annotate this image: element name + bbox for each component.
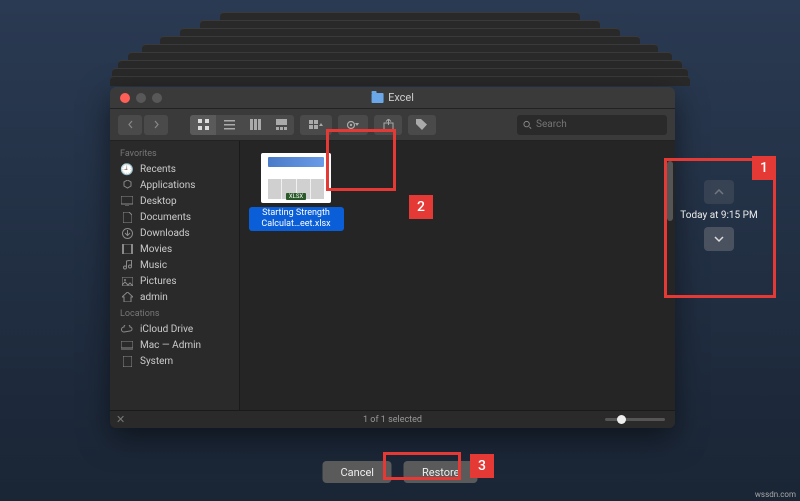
timeline-label: Today at 9:15 PM [680, 210, 757, 221]
file-label: Starting Strength Calculat…eet.xlsx [249, 207, 344, 231]
finder-window: Excel [110, 87, 675, 428]
share-button[interactable] [374, 115, 402, 135]
file-item[interactable]: XLSX Starting Strength Calculat…eet.xlsx [252, 153, 340, 231]
bottom-buttons: Cancel Restore [323, 461, 478, 483]
icon-view-button[interactable] [190, 115, 216, 135]
timeline-navigator: Today at 9:15 PM [673, 180, 765, 251]
search-field[interactable] [517, 115, 667, 135]
back-button[interactable] [118, 115, 142, 135]
sidebar: Favorites 🕘Recents Applications Desktop … [110, 141, 240, 410]
toolbar [110, 109, 675, 141]
search-input[interactable] [536, 119, 661, 130]
gallery-icon [276, 119, 287, 130]
tags-button[interactable] [408, 115, 436, 135]
timeline-up-button[interactable] [704, 180, 734, 204]
forward-button[interactable] [144, 115, 168, 135]
desktop-icon [120, 195, 134, 207]
disk-icon [120, 355, 134, 367]
mac-icon [120, 339, 134, 351]
xlsx-badge: XLSX [286, 193, 306, 200]
titlebar: Excel [110, 87, 675, 109]
callout-2: 2 [409, 195, 433, 219]
column-view-button[interactable] [242, 115, 268, 135]
action-button[interactable] [338, 115, 368, 135]
chevron-left-icon [127, 120, 134, 129]
close-icon[interactable]: ✕ [116, 413, 125, 426]
callout-3: 3 [470, 454, 494, 478]
callout-1: 1 [752, 156, 776, 180]
zoom-window-button [152, 93, 162, 103]
window-title: Excel [371, 91, 414, 104]
sidebar-item-recents[interactable]: 🕘Recents [110, 161, 239, 177]
list-icon [224, 119, 235, 130]
doc-icon [120, 211, 134, 223]
window-title-text: Excel [388, 91, 414, 104]
app-icon [120, 179, 134, 191]
columns-icon [250, 119, 261, 130]
cancel-button[interactable]: Cancel [323, 461, 392, 483]
sidebar-item-icloud[interactable]: iCloud Drive [110, 321, 239, 337]
traffic-lights [110, 93, 162, 103]
sidebar-item-mac[interactable]: Mac — Admin [110, 337, 239, 353]
download-icon [120, 227, 134, 239]
folder-icon [371, 93, 383, 103]
clock-icon: 🕘 [120, 163, 134, 175]
gallery-view-button[interactable] [268, 115, 294, 135]
watermark: wssdn.com [755, 490, 796, 499]
sidebar-header-favorites: Favorites [110, 145, 239, 161]
cloud-icon [120, 323, 134, 335]
chevron-up-icon [714, 189, 724, 196]
sidebar-item-pictures[interactable]: Pictures [110, 273, 239, 289]
sidebar-item-applications[interactable]: Applications [110, 177, 239, 193]
home-icon [120, 291, 134, 303]
sidebar-item-admin[interactable]: admin [110, 289, 239, 305]
arrange-icon [309, 120, 323, 130]
tag-icon [416, 119, 428, 130]
chevron-down-icon [714, 236, 724, 243]
sidebar-item-movies[interactable]: Movies [110, 241, 239, 257]
timeline-down-button[interactable] [704, 227, 734, 251]
list-view-button[interactable] [216, 115, 242, 135]
restore-button[interactable]: Restore [404, 461, 478, 483]
search-icon [523, 120, 532, 130]
grid-icon [198, 119, 209, 130]
sidebar-item-documents[interactable]: Documents [110, 209, 239, 225]
gear-icon [346, 119, 360, 131]
share-icon [383, 119, 394, 131]
close-window-button[interactable] [120, 93, 130, 103]
status-text: 1 of 1 selected [363, 415, 422, 425]
zoom-slider[interactable] [605, 418, 665, 421]
minimize-window-button [136, 93, 146, 103]
picture-icon [120, 275, 134, 287]
sidebar-item-music[interactable]: Music [110, 257, 239, 273]
statusbar: ✕ 1 of 1 selected [110, 410, 675, 428]
content-area[interactable]: XLSX Starting Strength Calculat…eet.xlsx [240, 141, 675, 410]
sidebar-item-downloads[interactable]: Downloads [110, 225, 239, 241]
view-mode-group [190, 115, 294, 135]
file-thumbnail: XLSX [261, 153, 331, 203]
sidebar-header-locations: Locations [110, 305, 239, 321]
movie-icon [120, 243, 134, 255]
sidebar-item-desktop[interactable]: Desktop [110, 193, 239, 209]
music-icon [120, 259, 134, 271]
chevron-right-icon [153, 120, 160, 129]
arrange-button[interactable] [300, 115, 332, 135]
sidebar-item-system[interactable]: System [110, 353, 239, 369]
